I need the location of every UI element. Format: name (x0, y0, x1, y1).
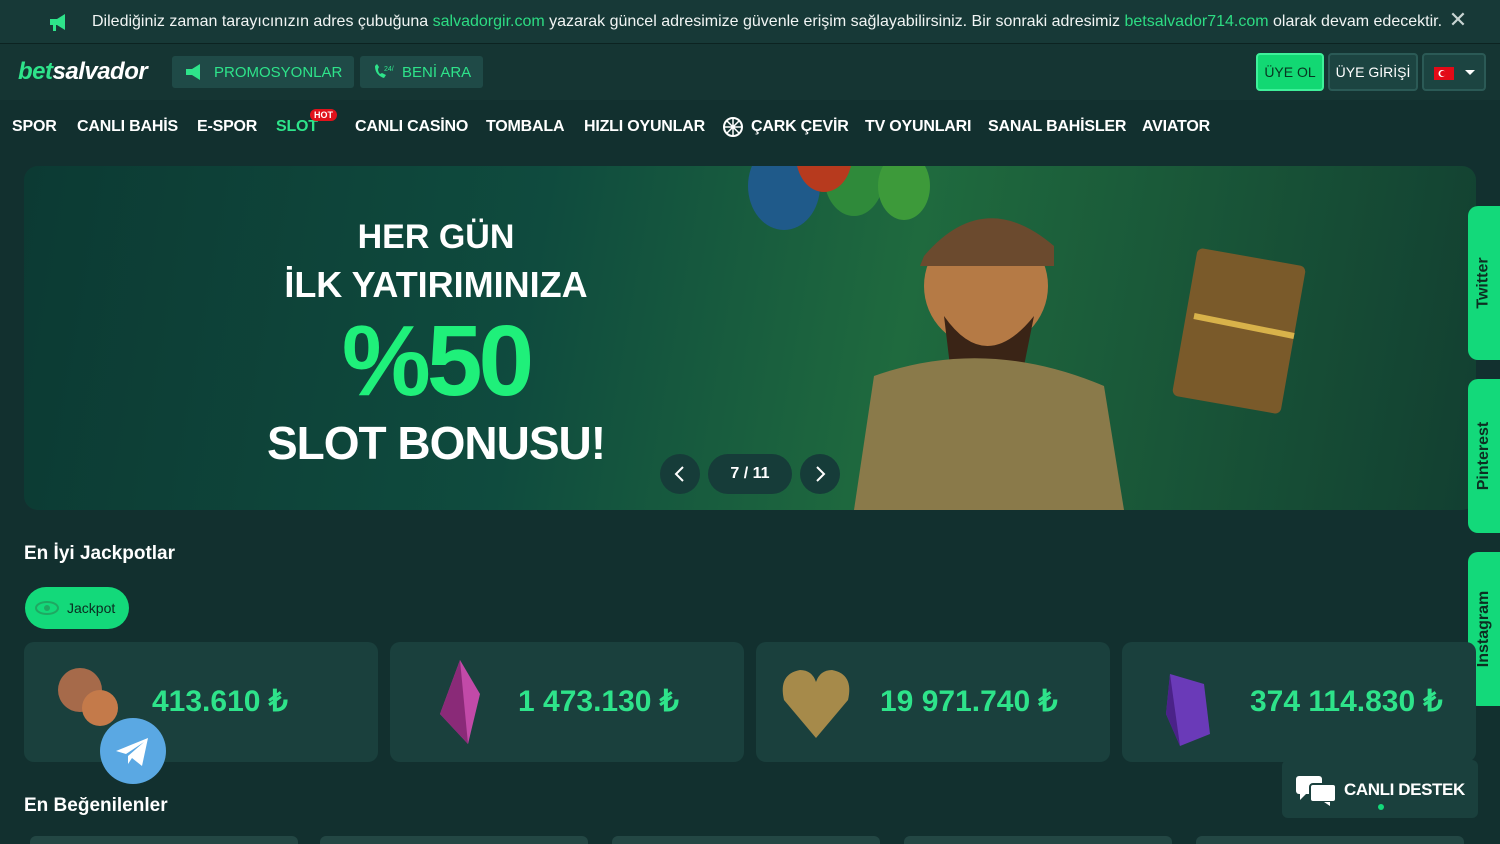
nav-item-spor[interactable]: SPOR (12, 118, 57, 136)
wheel-icon (723, 117, 743, 137)
favorites-title: En Beğenilenler (24, 795, 168, 816)
game-thumbnail[interactable] (904, 836, 1172, 844)
game-thumbnail[interactable] (30, 836, 298, 844)
jackpots-title: En İyi Jackpotlar (24, 543, 176, 564)
game-thumbnail[interactable] (320, 836, 588, 844)
logo-part-bet: bet (18, 58, 53, 85)
header: betsalvador PROMOSYONLAR 24/7 BENİ ARA Ü… (0, 44, 1500, 100)
social-label: Instagram (1475, 590, 1492, 668)
promo-banner[interactable]: HER GÜN İLK YATIRIMINIZA %50 SLOT BONUSU… (24, 166, 1476, 510)
chevron-right-icon (816, 466, 826, 482)
social-tab-pinterest[interactable]: Pinterest (1468, 379, 1500, 533)
online-indicator (1378, 804, 1384, 810)
login-button[interactable]: ÜYE GİRİŞİ (1328, 53, 1418, 91)
nav-item-tombala[interactable]: TOMBALA (486, 118, 564, 136)
notice-link-current[interactable]: salvadorgir.com (433, 13, 545, 30)
chevron-down-icon (1465, 70, 1475, 75)
notice-text-part: Dilediğiniz zaman tarayıcınızın adres çu… (92, 13, 429, 30)
jackpot-card[interactable]: 413.610 ₺ (24, 642, 378, 762)
language-selector[interactable] (1422, 53, 1486, 91)
nav-item-cark-cevir[interactable]: ÇARK ÇEVİR (751, 118, 849, 136)
svg-text:24/7: 24/7 (384, 66, 394, 73)
call-me-label: BENİ ARA (402, 63, 472, 81)
jackpot-tab[interactable]: Jackpot (25, 587, 129, 629)
jackpot-amount: 413.610 ₺ (152, 685, 288, 718)
logo[interactable]: betsalvador (18, 58, 148, 86)
nav-item-hizli-oyunlar[interactable]: HIZLI OYUNLAR (584, 118, 705, 136)
telegram-button[interactable] (100, 718, 166, 784)
carousel-prev-button[interactable] (660, 454, 700, 494)
banner-percent: %50 (341, 305, 534, 417)
nav-item-canli-bahis[interactable]: CANLI BAHİS (77, 118, 178, 136)
chat-bubbles-icon (1296, 776, 1337, 806)
jackpot-amount: 19 971.740 ₺ (880, 685, 1058, 718)
promotions-button[interactable]: PROMOSYONLAR (172, 56, 355, 88)
telegram-icon (116, 738, 148, 766)
jackpot-amount: 1 473.130 ₺ (518, 685, 679, 718)
jackpot-amount: 374 114.830 ₺ (1250, 685, 1443, 718)
banner-line-1: HER GÜN (357, 218, 515, 256)
phone-24-7-icon: 24/7 (375, 64, 394, 78)
jackpot-card[interactable]: 374 114.830 ₺ (1122, 642, 1476, 762)
megaphone-icon (186, 64, 200, 80)
jackpot-card[interactable]: 19 971.740 ₺ (756, 642, 1110, 762)
banner-line-2: İLK YATIRIMINIZA (284, 264, 588, 305)
chevron-left-icon (674, 466, 684, 482)
game-thumbnail[interactable] (612, 836, 880, 844)
main-nav: SPOR CANLI BAHİS E-SPOR SLOT HOT CANLI C… (0, 100, 1500, 156)
nav-item-sanal-bahisler[interactable]: SANAL BAHİSLER (988, 118, 1126, 136)
carousel-next-button[interactable] (800, 454, 840, 494)
call-me-button[interactable]: 24/7 BENİ ARA (360, 56, 484, 88)
notice-link-next[interactable]: betsalvador714.com (1124, 13, 1268, 30)
notice-text-part: olarak devam edecektir. (1273, 13, 1443, 30)
nav-item-aviator[interactable]: AVIATOR (1142, 118, 1210, 136)
jackpot-coin-icon (35, 601, 59, 615)
pink-crystal-icon (440, 660, 480, 744)
nav-item-tv-oyunlari[interactable]: TV OYUNLARI (865, 118, 971, 136)
carousel-counter: 7 / 11 (708, 454, 792, 494)
signup-button[interactable]: ÜYE OL (1256, 53, 1324, 91)
nav-item-slot[interactable]: SLOT (276, 118, 318, 136)
promotions-label: PROMOSYONLAR (214, 63, 343, 81)
purple-crystal-icon (1166, 674, 1210, 746)
hot-badge: HOT (310, 109, 337, 121)
jackpot-tab-label: Jackpot (67, 600, 116, 616)
notice-bar: Dilediğiniz zaman tarayıcınızın adres çu… (0, 0, 1500, 44)
social-label: Twitter (1475, 257, 1493, 309)
social-label: Pinterest (1475, 421, 1492, 491)
notice-text-part: yazarak güncel adresimize güvenle erişim… (549, 13, 1121, 30)
gold-heart-icon (782, 670, 850, 738)
jackpot-card[interactable]: 1 473.130 ₺ (390, 642, 744, 762)
live-support-label: CANLI DESTEK (1344, 780, 1465, 799)
live-support-button[interactable]: CANLI DESTEK (1282, 760, 1478, 818)
notice-text: Dilediğiniz zaman tarayıcınızın adres çu… (92, 13, 1442, 31)
nav-item-canli-casino[interactable]: CANLI CASİNO (355, 118, 468, 136)
megaphone-icon (50, 14, 65, 31)
turkey-flag-icon (1434, 67, 1454, 80)
nav-item-e-spor[interactable]: E-SPOR (197, 118, 257, 136)
logo-part-salvador: salvador (52, 58, 148, 85)
game-thumbnail[interactable] (1196, 836, 1464, 844)
close-icon[interactable]: ✕ (1448, 9, 1468, 31)
social-tab-twitter[interactable]: Twitter (1468, 206, 1500, 360)
